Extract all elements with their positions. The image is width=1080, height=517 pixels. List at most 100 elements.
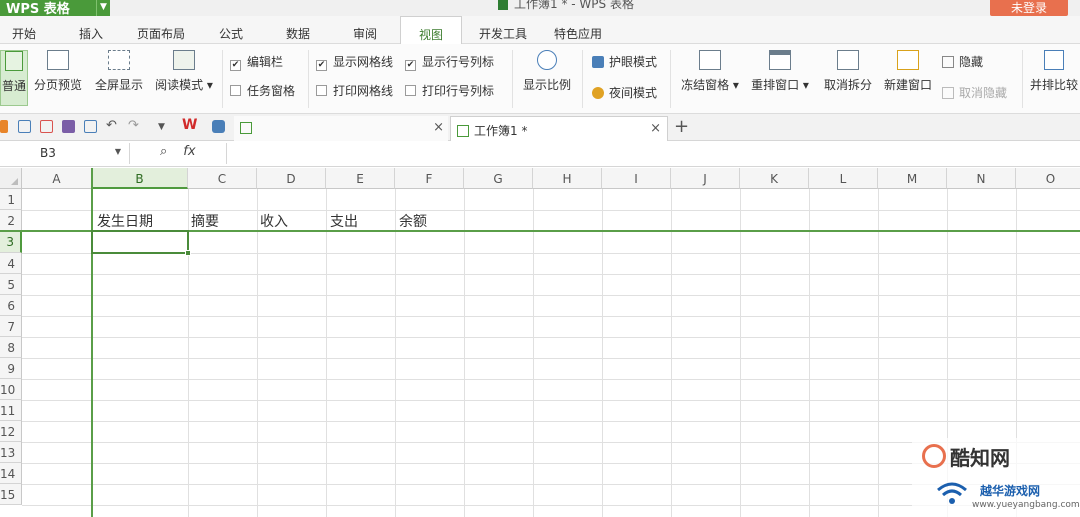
column-header-a[interactable]: A [22,168,92,189]
column-header-l[interactable]: L [809,168,878,189]
save-icon[interactable] [18,120,31,133]
tab-page-layout[interactable]: 页面布局 [128,16,194,44]
redo-icon[interactable]: ↷ [128,118,141,133]
tab-developer[interactable]: 开发工具 [470,16,536,44]
print-gridlines-checkbox[interactable]: 打印网格线 [316,82,393,100]
hide-button[interactable]: 隐藏 [942,53,983,71]
edit-bar-checkbox[interactable]: ✔ 编辑栏 [230,53,283,71]
column-header-n[interactable]: N [947,168,1016,189]
cell-f2[interactable]: 余额 [399,211,427,231]
tab-view[interactable]: 视图 [400,16,462,45]
gridline [22,379,1080,380]
page-break-preview-button[interactable]: 分页预览 [30,50,86,106]
column-header-b[interactable]: B [92,168,188,189]
close-tab-icon[interactable]: × [650,121,661,136]
column-header-e[interactable]: E [326,168,395,189]
select-all-corner[interactable] [0,168,22,189]
column-header-f[interactable]: F [395,168,464,189]
row-header-5[interactable]: 5 [0,274,22,295]
print-headings-checkbox[interactable]: 打印行号列标 [405,82,494,100]
row-header-9[interactable]: 9 [0,358,22,379]
new-tab-button[interactable]: + [674,116,689,137]
customize-dropdown-icon[interactable]: ▼ [158,122,171,135]
active-cell-b3[interactable] [91,230,191,256]
cloud-cube-icon[interactable] [212,120,225,133]
close-tab-icon[interactable]: × [433,120,444,135]
app-menu-arrow-icon[interactable]: ▼ [96,0,110,16]
column-header-d[interactable]: D [257,168,326,189]
fx-icon[interactable]: fx [183,144,195,159]
gridline [22,316,1080,317]
show-headings-checkbox[interactable]: ✔ 显示行号列标 [405,53,494,71]
cell-e2[interactable]: 支出 [330,211,358,231]
cell-d2[interactable]: 收入 [260,211,288,231]
row-header-14[interactable]: 14 [0,463,22,484]
column-header-i[interactable]: I [602,168,671,189]
tab-review[interactable]: 审阅 [342,16,388,44]
print-icon[interactable] [62,120,75,133]
reading-mode-button[interactable]: 阅读模式 ▾ [151,50,217,106]
row-header-4[interactable]: 4 [0,253,22,274]
row-header-15[interactable]: 15 [0,484,22,505]
doc-tab-active[interactable]: 工作簿1 * × [450,116,668,141]
row-header-7[interactable]: 7 [0,316,22,337]
row-header-10[interactable]: 10 [0,379,22,400]
row-header-2[interactable]: 2 [0,210,22,231]
freeze-panes-button[interactable]: 冻结窗格 ▾ [678,50,742,106]
night-mode-button[interactable]: 夜间模式 [592,84,657,102]
gridline [740,189,741,517]
zoom-search-icon[interactable]: ⌕ [160,144,167,159]
formula-input[interactable] [226,143,1076,164]
new-window-button[interactable]: 新建窗口 [880,50,936,106]
formula-bar: B3 ▼ ⌕ fx [0,141,1080,167]
checked-icon: ✔ [316,60,327,71]
open-file-icon[interactable] [0,120,8,133]
print-preview-icon[interactable] [84,120,97,133]
cell-c2[interactable]: 摘要 [191,211,219,231]
ribbon-divider [308,50,309,108]
wps-logo-icon[interactable]: W [182,117,200,133]
column-header-m[interactable]: M [878,168,947,189]
split-icon [837,50,859,70]
name-box[interactable]: B3 ▼ [0,143,130,164]
unsplit-button[interactable]: 取消拆分 [820,50,876,106]
zoom-button[interactable]: 显示比例 [518,50,576,106]
ribbon-divider [222,50,223,108]
row-header-6[interactable]: 6 [0,295,22,316]
export-pdf-icon[interactable] [40,120,53,133]
row-header-8[interactable]: 8 [0,337,22,358]
fullscreen-button[interactable]: 全屏显示 [90,50,148,106]
row-header-11[interactable]: 11 [0,400,22,421]
tab-formulas[interactable]: 公式 [207,16,255,44]
login-button[interactable]: 未登录 [990,0,1068,16]
name-box-dropdown-icon[interactable]: ▼ [115,147,121,156]
column-header-c[interactable]: C [188,168,257,189]
tab-insert[interactable]: 插入 [68,16,114,44]
cell-b2[interactable]: 发生日期 [97,211,153,231]
row-header-1[interactable]: 1 [0,189,22,210]
column-header-g[interactable]: G [464,168,533,189]
column-header-k[interactable]: K [740,168,809,189]
side-by-side-button[interactable]: 并排比较 [1028,50,1080,106]
column-header-o[interactable]: O [1016,168,1080,189]
row-header-12[interactable]: 12 [0,421,22,442]
title-bar: WPS 表格 ▼ 工作簿1 * - WPS 表格 未登录 [0,0,1080,16]
gridline [326,189,327,517]
normal-view-button[interactable]: 普通 [0,50,28,106]
eye-care-button[interactable]: 护眼模式 [592,53,657,71]
app-menu-button[interactable]: WPS 表格 ▼ [0,0,110,16]
tab-special[interactable]: 特色应用 [546,16,610,44]
task-pane-checkbox[interactable]: 任务窗格 [230,82,295,100]
doc-tab-blurred[interactable]: × [234,116,448,141]
column-header-h[interactable]: H [533,168,602,189]
arrange-windows-button[interactable]: 重排窗口 ▾ [748,50,812,106]
gridline [464,189,465,517]
tab-data[interactable]: 数据 [275,16,321,44]
column-header-j[interactable]: J [671,168,740,189]
undo-icon[interactable]: ↶ [106,118,119,133]
fill-handle[interactable] [185,250,191,256]
tab-home[interactable]: 开始 [0,16,48,44]
row-header-3[interactable]: 3 [0,231,22,253]
show-gridlines-checkbox[interactable]: ✔ 显示网格线 [316,53,393,71]
row-header-13[interactable]: 13 [0,442,22,463]
